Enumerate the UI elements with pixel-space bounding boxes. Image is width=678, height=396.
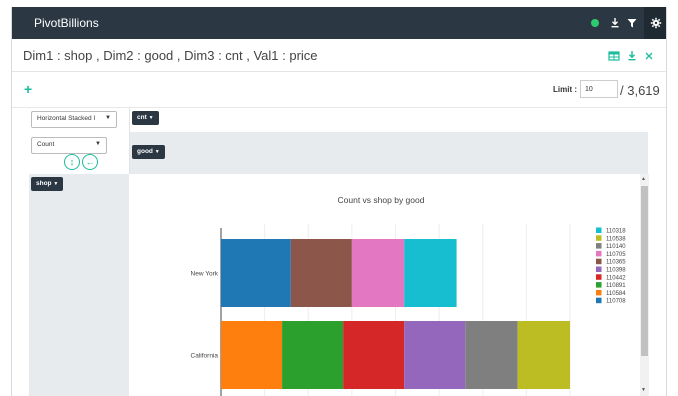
status-dot-icon — [591, 19, 599, 27]
bar-chart: New York California 110318110538 110140 1107… — [191, 224, 626, 396]
legend-swatch[interactable] — [596, 258, 602, 265]
filter-icon[interactable] — [626, 17, 638, 29]
vertical-arrows-icon: ↕ — [69, 157, 75, 167]
legend-label[interactable]: 110891 — [606, 283, 626, 289]
chart-area: Count vs shop by good New York California… — [130, 174, 640, 396]
legend-swatch[interactable] — [596, 266, 602, 273]
bar-segment-110891[interactable] — [282, 321, 344, 389]
bar-segment-110318[interactable] — [404, 239, 457, 307]
bar-segment-110538[interactable] — [517, 321, 570, 389]
legend-label[interactable]: 110538 — [606, 236, 626, 242]
legend-label[interactable]: 110705 — [606, 252, 626, 258]
aggregate-select[interactable]: Count ▼ — [31, 137, 107, 154]
limit-label: Limit : — [553, 85, 577, 94]
vertical-scrollbar[interactable]: ▲ ▼ — [640, 174, 649, 396]
row-dimension-bar — [129, 132, 648, 174]
bar-segment-110365[interactable] — [290, 239, 352, 307]
aggregate-value: Count — [37, 141, 55, 148]
limit-input[interactable] — [580, 80, 618, 98]
scroll-up-icon[interactable]: ▲ — [641, 176, 646, 182]
brand-logo[interactable]: PivotBillions — [34, 16, 99, 30]
shop-pill-label: shop — [36, 180, 52, 187]
legend-swatch[interactable] — [596, 243, 602, 249]
settings-button[interactable] — [644, 7, 666, 39]
chevron-down-icon: ▼ — [95, 141, 101, 147]
page-title: Dim1 : shop , Dim2 : good , Dim3 : cnt ,… — [23, 48, 318, 63]
chevron-down-icon: ▼ — [53, 181, 59, 187]
legend-swatch[interactable] — [596, 297, 602, 304]
close-icon[interactable] — [643, 50, 655, 62]
column-dimension-bar — [129, 108, 648, 131]
bar-segment-110705[interactable] — [351, 239, 405, 307]
legend-label[interactable]: 110318 — [606, 229, 626, 235]
good-dimension-pill[interactable]: good ▼ — [132, 145, 165, 159]
scroll-down-icon[interactable]: ▼ — [641, 387, 646, 393]
gear-icon — [650, 17, 662, 29]
legend-label[interactable]: 110584 — [606, 291, 626, 297]
good-pill-label: good — [137, 148, 153, 155]
chevron-down-icon: ▼ — [154, 149, 160, 155]
left-arrow-icon: ← — [85, 157, 95, 167]
shop-dimension-pill[interactable]: shop ▼ — [31, 177, 64, 191]
limit-total: / 3,619 — [620, 83, 660, 98]
cnt-dimension-pill[interactable]: cnt ▼ — [132, 111, 159, 125]
bar-segment-110140[interactable] — [465, 321, 518, 389]
table-icon[interactable] — [608, 50, 620, 62]
download-icon[interactable] — [609, 17, 621, 29]
legend-swatch[interactable] — [596, 235, 602, 241]
legend-swatch[interactable] — [596, 227, 602, 234]
scrollbar-thumb[interactable] — [641, 186, 648, 356]
left-dimension-panel — [29, 174, 129, 396]
swap-vertical-button[interactable]: ↕ — [64, 154, 80, 170]
legend-label[interactable]: 110442 — [606, 275, 626, 281]
legend-label[interactable]: 110365 — [606, 260, 626, 266]
y-tick-label: California — [191, 353, 219, 360]
legend-label[interactable]: 110140 — [606, 244, 626, 250]
right-gutter — [649, 108, 666, 396]
legend-label[interactable]: 110708 — [606, 299, 626, 305]
bar-segment-110398[interactable] — [404, 321, 466, 389]
legend-swatch[interactable] — [596, 282, 602, 288]
swap-horizontal-button[interactable]: ← — [82, 154, 98, 170]
top-navbar: PivotBillions — [12, 7, 666, 39]
export-download-icon[interactable] — [626, 50, 638, 62]
panel-separator — [129, 108, 130, 174]
app-window: PivotBillions Dim1 : shop , Dim2 : good … — [11, 7, 667, 396]
chevron-down-icon: ▼ — [148, 115, 154, 121]
chart-type-value: Horizontal Stacked I — [37, 115, 96, 122]
bar-segment-110584[interactable] — [221, 321, 283, 389]
cnt-pill-label: cnt — [137, 114, 147, 121]
legend-swatch[interactable] — [596, 250, 602, 257]
y-tick-label: New York — [191, 271, 219, 278]
panel-header: Dim1 : shop , Dim2 : good , Dim3 : cnt ,… — [12, 39, 666, 72]
legend-swatch[interactable] — [596, 274, 602, 280]
legend-label[interactable]: 110398 — [606, 268, 626, 274]
bar-segment-110442[interactable] — [343, 321, 405, 389]
legend-swatch[interactable] — [596, 289, 602, 296]
add-button[interactable]: + — [24, 81, 32, 97]
chevron-down-icon: ▼ — [105, 115, 111, 121]
chart-type-select[interactable]: Horizontal Stacked I ▼ — [31, 111, 117, 128]
bar-segment-110708[interactable] — [221, 239, 291, 307]
